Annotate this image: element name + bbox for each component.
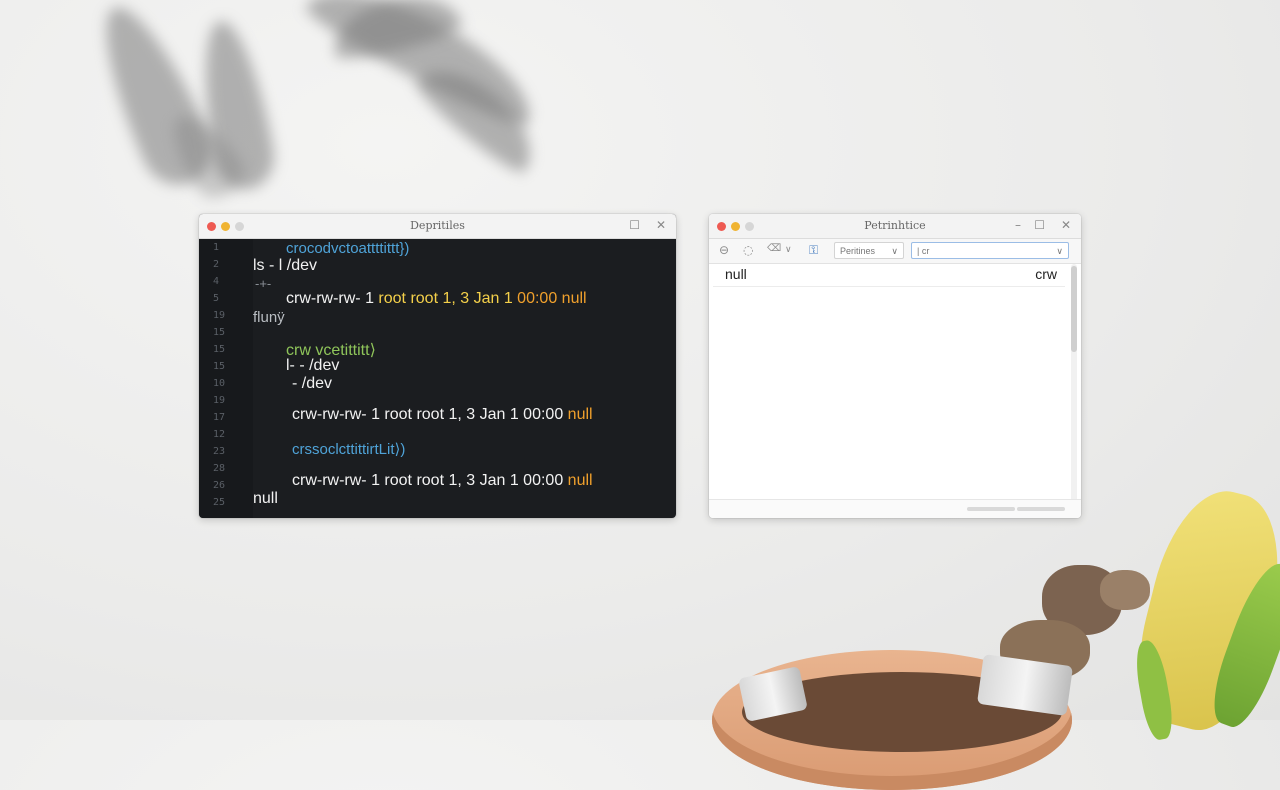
item-name: null <box>725 266 747 282</box>
line-number: 10 <box>213 378 226 389</box>
chevron-down-icon: ∨ <box>891 246 898 256</box>
terminal-line: -+- <box>255 276 272 291</box>
lock-icon[interactable]: ⚿ <box>809 243 818 258</box>
owner-text: root root 1, 3 Jan 1 <box>378 290 518 307</box>
maximize-icon[interactable]: ☐ <box>1034 218 1045 232</box>
window-title: Petrinhtice <box>864 219 926 232</box>
chevron-down-icon[interactable]: ∨ <box>785 245 792 255</box>
line-number: 28 <box>213 463 226 474</box>
properties-window[interactable]: Petrinhtice – ☐ ✕ ⊖ ◌ ⌫ ∨ ⚿ Peritines ∨ … <box>709 214 1081 518</box>
vertical-scrollbar[interactable] <box>1071 264 1077 504</box>
line-number: 12 <box>213 429 226 440</box>
line-number: 15 <box>213 361 226 372</box>
item-type: crw <box>1035 266 1057 282</box>
soil-clump <box>1100 570 1150 610</box>
permissions-text: crw-rw-rw- 1 <box>286 290 379 307</box>
refresh-icon[interactable]: ◌ <box>743 243 753 257</box>
output-text: crw-rw-rw- 1 root root 1, 3 Jan 1 00:00 <box>292 472 564 489</box>
line-number: 17 <box>213 412 226 423</box>
filename-text: null <box>563 472 593 489</box>
terminal-command: l- - /dev <box>286 357 340 374</box>
terminal-output-line: crw-rw-rw- 1 root root 1, 3 Jan 1 00:00 … <box>286 290 587 308</box>
terminal-command: ls - l /dev <box>253 257 318 274</box>
status-bar <box>709 499 1081 518</box>
search-input[interactable]: | cr ∨ <box>911 242 1069 259</box>
status-indicator <box>1017 507 1065 511</box>
chevron-down-icon: ∨ <box>1056 246 1063 256</box>
terminal-line: crocodvctoattttittt}) <box>286 240 410 257</box>
close-icon[interactable]: ✕ <box>1061 218 1071 232</box>
back-icon[interactable]: ⊖ <box>719 243 729 257</box>
properties-titlebar[interactable]: Petrinhtice – ☐ ✕ <box>709 214 1081 239</box>
terminal-command: - /dev <box>292 375 333 392</box>
line-number: 23 <box>213 446 226 457</box>
window-title: Depritiles <box>410 219 465 232</box>
filter-icon[interactable]: ⌫ <box>767 243 781 254</box>
line-number: 4 <box>213 276 220 287</box>
terminal-output-line: crw-rw-rw- 1 root root 1, 3 Jan 1 00:00 … <box>292 472 593 490</box>
line-number: 26 <box>213 480 226 491</box>
line-number: 1 <box>213 242 220 253</box>
status-indicator <box>967 507 1015 511</box>
time-text: 00:00 <box>517 290 558 307</box>
line-number: 19 <box>213 310 226 321</box>
terminal-titlebar[interactable]: Depritiles ☐ ✕ <box>199 214 676 239</box>
line-number: 5 <box>213 293 220 304</box>
list-item[interactable]: null crw <box>713 264 1065 287</box>
output-text: crw-rw-rw- 1 root root 1, 3 Jan 1 00:00 <box>292 406 564 423</box>
properties-list: null crw <box>709 264 1081 518</box>
line-number: 25 <box>213 497 226 508</box>
terminal-window[interactable]: Depritiles ☐ ✕ 1 2 4 5 19 15 15 15 10 19… <box>199 214 676 518</box>
scrollbar-thumb[interactable] <box>1071 266 1077 352</box>
search-value: | cr <box>917 246 930 256</box>
line-number: 15 <box>213 327 226 338</box>
line-number-gutter: 1 2 4 5 19 15 15 15 10 19 17 12 23 28 26… <box>199 239 253 518</box>
terminal-line: null <box>253 490 278 507</box>
terminal-line: flunÿ <box>253 309 285 326</box>
minimize-icon[interactable]: – <box>1015 218 1021 232</box>
terminal-line: crssoclcttittirtLit⟩) <box>292 441 406 458</box>
close-icon[interactable]: ✕ <box>656 218 666 232</box>
terminal-body[interactable]: 1 2 4 5 19 15 15 15 10 19 17 12 23 28 26… <box>199 239 676 518</box>
properties-toolbar: ⊖ ◌ ⌫ ∨ ⚿ Peritines ∨ | cr ∨ <box>709 239 1081 264</box>
terminal-output-line: crw-rw-rw- 1 root root 1, 3 Jan 1 00:00 … <box>292 406 593 424</box>
line-number: 15 <box>213 344 226 355</box>
filename-text: null <box>557 290 587 307</box>
line-number: 2 <box>213 259 220 270</box>
maximize-icon[interactable]: ☐ <box>629 218 640 232</box>
dropdown-label: Peritines <box>840 246 876 256</box>
permissions-dropdown[interactable]: Peritines ∨ <box>834 242 904 259</box>
line-number: 19 <box>213 395 226 406</box>
filename-text: null <box>563 406 593 423</box>
